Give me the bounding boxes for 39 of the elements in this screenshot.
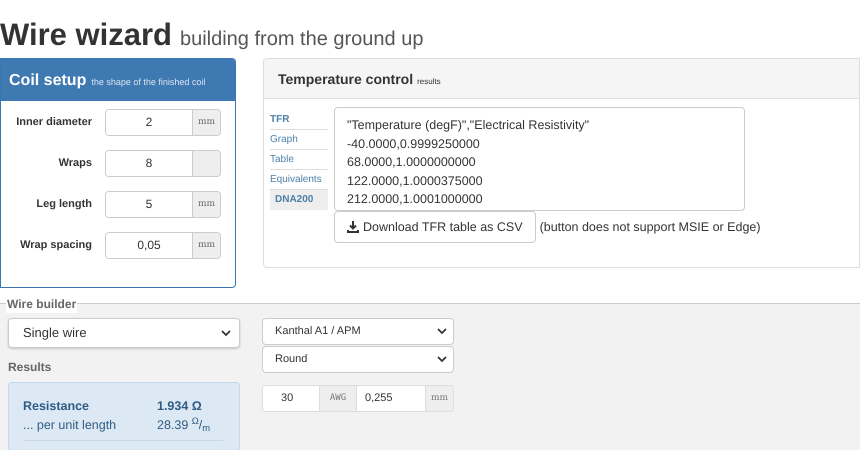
unit-label: mm xyxy=(192,110,220,135)
number-field[interactable]: 0,05 mm xyxy=(105,232,221,259)
panel-subtitle: the shape of the finished coil xyxy=(91,76,206,89)
number-field[interactable]: 2 mm xyxy=(105,109,221,136)
unit-label: mm xyxy=(425,386,453,411)
section-title: Results xyxy=(8,359,52,376)
field-label: Leg length xyxy=(35,197,93,212)
chevron-icon xyxy=(437,328,447,335)
number-field[interactable]: 5 mm xyxy=(105,191,221,218)
dropdown[interactable]: Single wire xyxy=(8,318,240,348)
chevron-icon xyxy=(221,330,231,336)
csv-textarea[interactable]: "Temperature (degF)","Electrical Resistivity" -40.0000,0.9999250000 68.0000,1.0000000000 122.0000,1.0000375000 212.0000,1.0001000000 xyxy=(334,107,745,211)
gauge-field[interactable]: 30 AWG 0,255 mm xyxy=(262,385,454,412)
sidebar-tab[interactable]: TFR xyxy=(270,110,328,130)
download-button[interactable]: Download TFR table as CSV xyxy=(334,211,536,243)
field-label: Inner diameter xyxy=(15,115,93,130)
unit-label: mm xyxy=(192,233,220,258)
panel-title: Temperature control xyxy=(278,70,414,89)
result-value: 1.934 Ω xyxy=(157,398,202,415)
result-label: ... per unit length xyxy=(23,417,118,434)
browser-note: (button does not support MSIE or Edge) xyxy=(540,218,761,236)
result-value: 28.39 $^{Ω}$/$_{m}$ xyxy=(157,416,210,435)
number-field[interactable]: 8 xyxy=(105,150,221,177)
result-label: Resistance xyxy=(23,398,90,415)
sidebar-tab[interactable]: Table xyxy=(270,150,328,170)
sidebar-tab[interactable]: DNA200 xyxy=(270,190,328,210)
dropdown[interactable]: Round xyxy=(262,346,454,373)
unit-label: mm xyxy=(192,192,220,217)
panel-subtitle: results xyxy=(417,76,441,88)
dropdown[interactable]: Kanthal A1 / APM xyxy=(262,318,454,345)
panel-title: Coil setup xyxy=(9,71,86,91)
chevron-icon xyxy=(437,356,447,363)
page-subtitle: building from the ground up xyxy=(180,27,424,52)
download-icon xyxy=(347,221,359,233)
unit-label: AWG xyxy=(319,386,357,411)
field-label: Wrap spacing xyxy=(19,238,93,254)
sidebar-tab[interactable]: Graph xyxy=(270,130,328,150)
field-label: Wraps xyxy=(58,156,93,172)
page-title: Wire wizard xyxy=(0,16,172,54)
